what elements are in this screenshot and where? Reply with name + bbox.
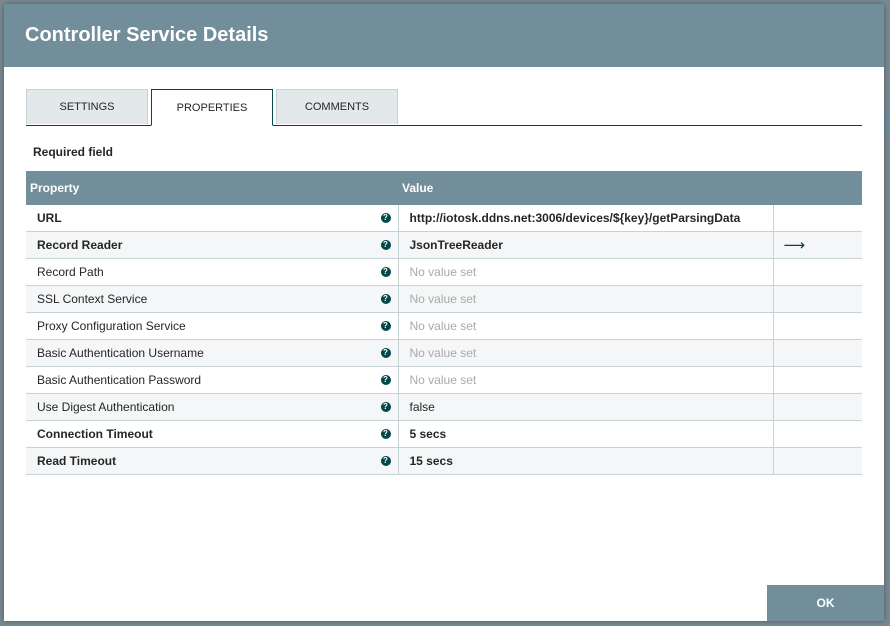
help-icon[interactable]: ? [380, 429, 391, 439]
help-icon[interactable]: ? [380, 375, 391, 385]
table-row[interactable]: Record Path? No value set [26, 258, 862, 286]
help-icon[interactable]: ? [380, 348, 391, 358]
property-value[interactable]: No value set [397, 258, 773, 286]
property-action-cell [772, 420, 862, 448]
property-value[interactable]: 15 secs [397, 447, 773, 475]
property-name-cell: Read Timeout? [26, 447, 398, 475]
help-icon[interactable]: ? [380, 240, 391, 250]
tab-bar: SETTINGS PROPERTIES COMMENTS [26, 89, 862, 126]
property-value[interactable]: No value set [397, 366, 773, 394]
property-value[interactable]: false [397, 393, 773, 421]
property-action-cell [772, 393, 862, 421]
property-name-cell: Use Digest Authentication? [26, 393, 398, 421]
property-value[interactable]: No value set [397, 312, 773, 340]
tab-comments[interactable]: COMMENTS [276, 89, 398, 124]
properties-table: Property Value URL? http://iotosk.ddns.ne… [26, 171, 862, 475]
tab-settings[interactable]: SETTINGS [26, 89, 148, 124]
table-row[interactable]: Record Reader? JsonTreeReader ⟶ [26, 231, 862, 259]
required-field-label: Required field [33, 145, 114, 159]
property-action-cell: ⟶ [772, 231, 862, 259]
tab-properties[interactable]: PROPERTIES [151, 89, 273, 126]
table-row[interactable]: Connection Timeout? 5 secs [26, 420, 862, 448]
property-value[interactable]: No value set [397, 339, 773, 367]
ok-button[interactable]: OK [767, 585, 884, 621]
property-action-cell [772, 285, 862, 313]
table-row[interactable]: SSL Context Service? No value set [26, 285, 862, 313]
help-icon[interactable]: ? [380, 456, 391, 466]
help-icon[interactable]: ? [380, 213, 391, 223]
property-name: Record Path [37, 265, 104, 279]
property-name-cell: Basic Authentication Password? [26, 366, 398, 394]
property-name-cell: SSL Context Service? [26, 285, 398, 313]
property-value[interactable]: JsonTreeReader [397, 231, 773, 259]
action-column-header [773, 171, 862, 205]
help-icon[interactable]: ? [380, 294, 391, 304]
table-row[interactable]: URL? http://iotosk.ddns.net:3006/devices/… [26, 205, 862, 232]
property-name-cell: Record Path? [26, 258, 398, 286]
dialog-title: Controller Service Details [25, 24, 269, 46]
goto-arrow-icon[interactable]: ⟶ [774, 237, 806, 254]
property-value[interactable]: 5 secs [397, 420, 773, 448]
help-icon[interactable]: ? [380, 321, 391, 331]
property-name: Proxy Configuration Service [37, 319, 186, 333]
table-header-row: Property Value [26, 171, 862, 205]
help-icon[interactable]: ? [380, 402, 391, 412]
property-column-header: Property [30, 181, 80, 195]
table-row[interactable]: Proxy Configuration Service? No value set [26, 312, 862, 340]
property-name: Use Digest Authentication [37, 400, 175, 414]
property-name: Basic Authentication Password [37, 373, 202, 387]
property-name: URL [37, 211, 62, 225]
property-name-cell: Basic Authentication Username? [26, 339, 398, 367]
property-action-cell [772, 205, 862, 232]
property-name-cell: URL? [26, 205, 398, 232]
table-row[interactable]: Basic Authentication Username? No value s… [26, 339, 862, 367]
property-name: Record Reader [37, 238, 123, 252]
property-value[interactable]: http://iotosk.ddns.net:3006/devices/${ke… [397, 205, 773, 232]
property-action-cell [772, 312, 862, 340]
property-action-cell [772, 366, 862, 394]
table-row[interactable]: Use Digest Authentication? false [26, 393, 862, 421]
property-name: Basic Authentication Username [37, 346, 204, 360]
table-row[interactable]: Basic Authentication Password? No value s… [26, 366, 862, 394]
property-action-cell [772, 258, 862, 286]
value-column-header: Value [402, 181, 434, 195]
property-name: Read Timeout [37, 454, 117, 468]
property-name: Connection Timeout [37, 427, 153, 441]
property-name-cell: Connection Timeout? [26, 420, 398, 448]
help-icon[interactable]: ? [380, 267, 391, 277]
property-value[interactable]: No value set [397, 285, 773, 313]
controller-service-details-dialog: Controller Service Details SETTINGS PROP… [4, 4, 884, 621]
property-name: SSL Context Service [37, 292, 148, 306]
property-action-cell [772, 339, 862, 367]
dialog-header: Controller Service Details [4, 4, 884, 67]
table-row[interactable]: Read Timeout? 15 secs [26, 447, 862, 475]
property-action-cell [772, 447, 862, 475]
property-name-cell: Record Reader? [26, 231, 398, 259]
property-name-cell: Proxy Configuration Service? [26, 312, 398, 340]
